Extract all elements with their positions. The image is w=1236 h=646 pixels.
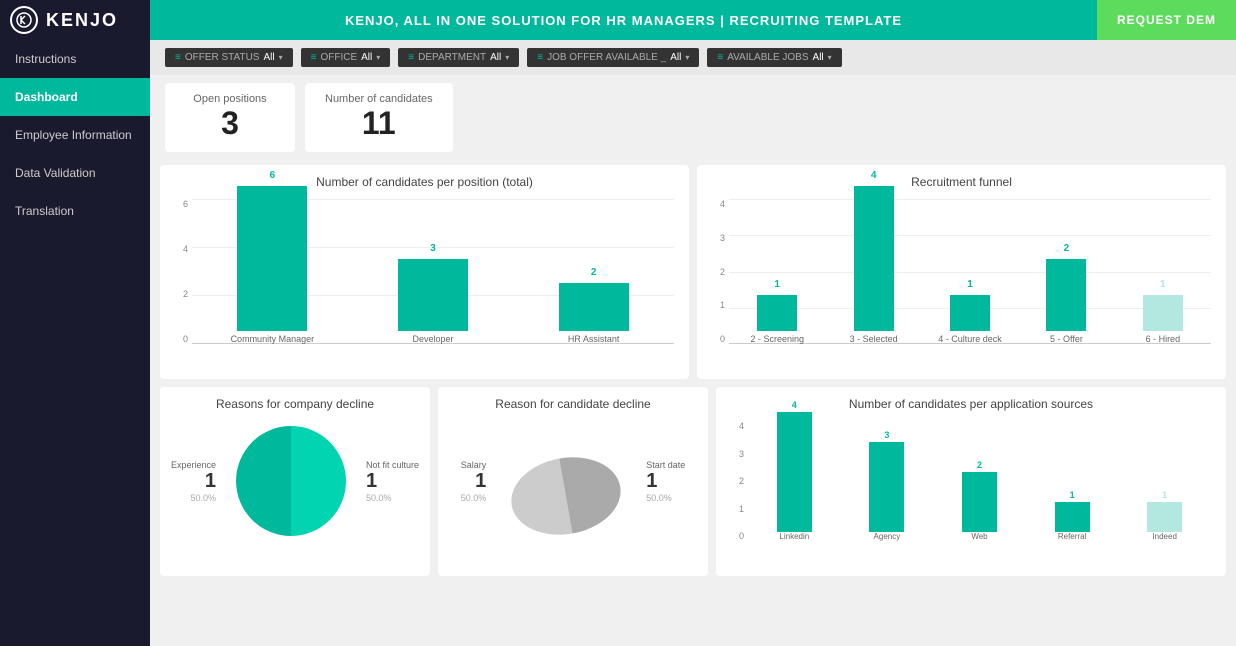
candidate-decline-pie [496, 421, 636, 541]
bar-developer: 3 Developer [353, 259, 514, 344]
content: ≡ OFFER STATUS All ▾ ≡ OFFICE All ▾ ≡ DE… [150, 40, 1236, 646]
chart-recruitment-funnel: Recruitment funnel 4 3 2 1 0 [697, 165, 1226, 379]
stat-open-positions: Open positions 3 [165, 83, 295, 152]
filter-department[interactable]: ≡ DEPARTMENT All ▾ [398, 48, 519, 67]
company-decline-label-left: Experience 1 50.0% [171, 460, 216, 503]
candidate-decline-pie-section: Salary 1 50.0% Start date 1 [448, 416, 698, 546]
candidate-decline-label-left: Salary 1 50.0% [461, 460, 487, 503]
bar-referral: 1 Referral [1055, 490, 1090, 541]
filter-bar: ≡ OFFER STATUS All ▾ ≡ OFFICE All ▾ ≡ DE… [150, 40, 1236, 75]
company-decline-pie [226, 421, 356, 541]
bar-hr-assistant: 2 HR Assistant [513, 283, 674, 344]
bar-offer: 2 5 - Offer [1018, 259, 1114, 344]
logo-icon [10, 6, 38, 34]
charts-area: Number of candidates per position (total… [150, 160, 1236, 581]
sidebar-item-dashboard[interactable]: Dashboard [0, 78, 150, 116]
chart-candidate-decline-title: Reason for candidate decline [448, 397, 698, 411]
bar-screening: 1 2 - Screening [729, 295, 825, 344]
main-layout: Instructions Dashboard Employee Informat… [0, 40, 1236, 646]
company-decline-label-right: Not fit culture 1 50.0% [366, 460, 419, 503]
filter-offer-status[interactable]: ≡ OFFER STATUS All ▾ [165, 48, 293, 67]
sidebar-item-translation[interactable]: Translation [0, 192, 150, 230]
filter-job-offer[interactable]: ≡ JOB OFFER AVAILABLE _ All ▾ [527, 48, 699, 67]
chart-company-decline: Reasons for company decline Experience 1… [160, 387, 430, 576]
sidebar: Instructions Dashboard Employee Informat… [0, 40, 150, 646]
filter-office[interactable]: ≡ OFFICE All ▾ [301, 48, 391, 67]
chart-candidate-decline: Reason for candidate decline Salary 1 50… [438, 387, 708, 576]
bar-indeed: 1 Indeed [1147, 490, 1182, 541]
request-demo-button[interactable]: REQUEST DEM [1097, 0, 1236, 40]
bar-culture-deck: 1 4 - Culture deck [922, 295, 1018, 344]
filter-available-jobs[interactable]: ≡ AVAILABLE JOBS All ▾ [707, 48, 841, 67]
bar-community-manager: 6 Community Manager [192, 186, 353, 344]
candidate-decline-label-right: Start date 1 50.0% [646, 460, 685, 503]
bar-web: 2 Web [962, 460, 997, 541]
bar-agency: 3 Agency [869, 430, 904, 541]
charts-row-2: Reasons for company decline Experience 1… [160, 387, 1226, 576]
bar-selected: 4 3 - Selected [825, 186, 921, 344]
company-decline-pie-section: Experience 1 50.0% Not fit culture [170, 416, 420, 546]
sidebar-item-employee[interactable]: Employee Information [0, 116, 150, 154]
bar-linkedin: 4 Linkedin [777, 400, 812, 541]
sidebar-item-instructions[interactable]: Instructions [0, 40, 150, 78]
charts-row-1: Number of candidates per position (total… [160, 165, 1226, 379]
chart-candidates-position: Number of candidates per position (total… [160, 165, 689, 379]
chart-company-decline-title: Reasons for company decline [170, 397, 420, 411]
header: KENJO KENJO, ALL IN ONE SOLUTION FOR HR … [0, 0, 1236, 40]
sidebar-item-dataval[interactable]: Data Validation [0, 154, 150, 192]
stats-row: Open positions 3 Number of candidates 11 [150, 75, 1236, 160]
chart-app-sources: Number of candidates per application sou… [716, 387, 1226, 576]
chart-funnel-title: Recruitment funnel [707, 175, 1216, 189]
stat-candidates: Number of candidates 11 [305, 83, 453, 152]
header-title: KENJO, ALL IN ONE SOLUTION FOR HR MANAGE… [150, 13, 1097, 28]
bar-hired: 1 6 - Hired [1115, 295, 1211, 344]
logo: KENJO [0, 0, 150, 40]
